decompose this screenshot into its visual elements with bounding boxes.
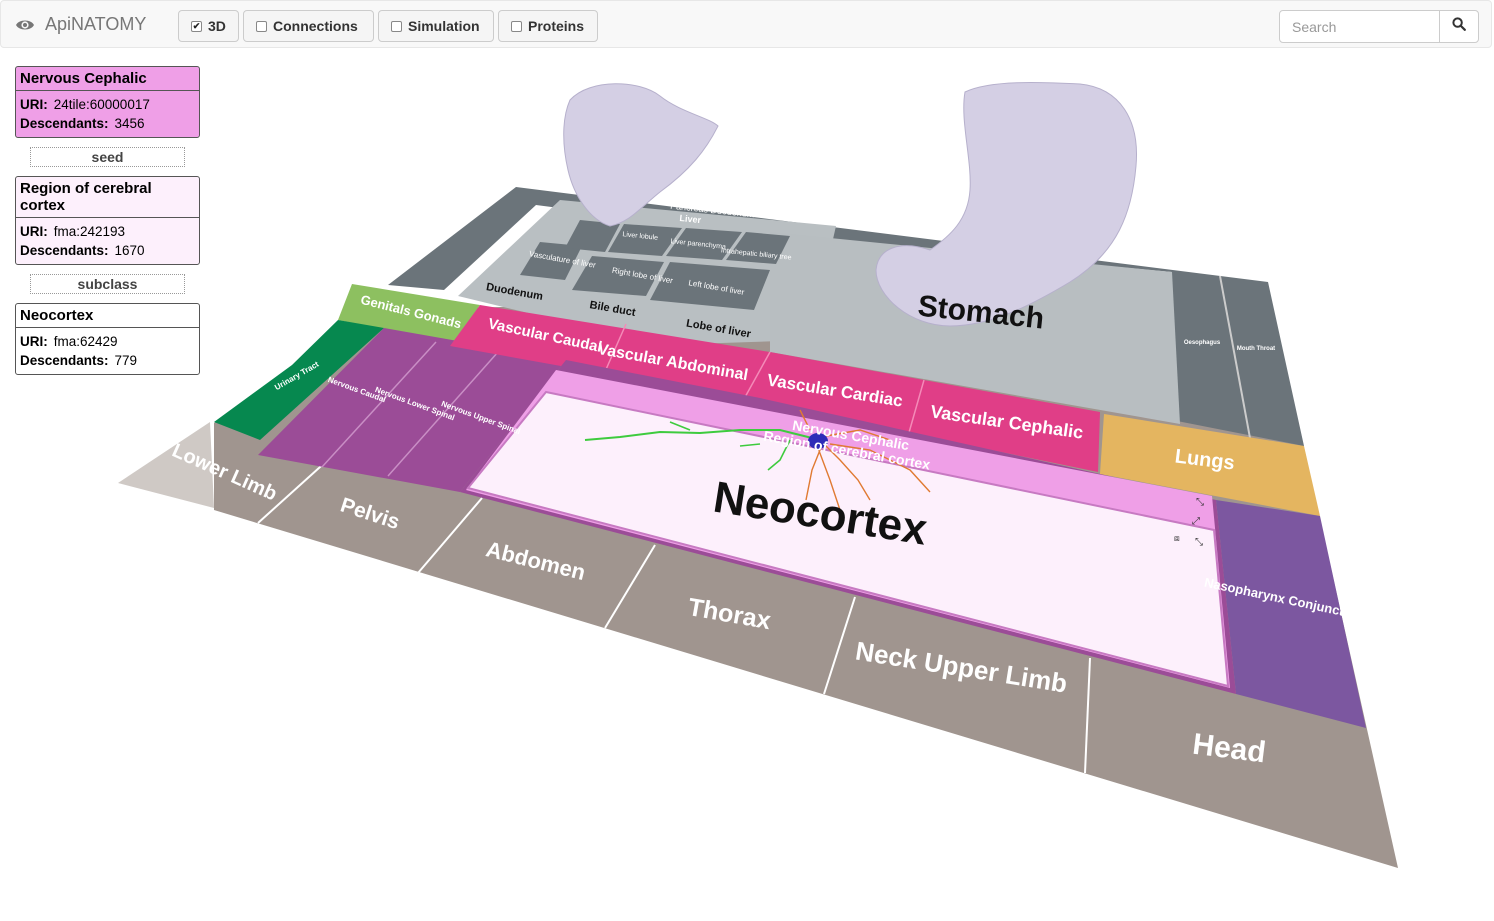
checkbox-proteins[interactable] bbox=[511, 20, 522, 32]
search-icon bbox=[1452, 17, 1466, 36]
checkbox-3d[interactable]: ✔ bbox=[191, 20, 202, 32]
expand-icon[interactable]: ⤡ bbox=[1195, 537, 1203, 548]
expand-icon[interactable]: ⤡ bbox=[1196, 497, 1204, 508]
toggle-proteins-button[interactable]: Proteins bbox=[498, 10, 598, 42]
eye-icon bbox=[15, 18, 35, 32]
search-button[interactable] bbox=[1439, 10, 1479, 43]
checkbox-connections[interactable] bbox=[256, 20, 267, 32]
3d-scene-canvas[interactable]: Lower Limb Pelvis Abdomen Thorax Neck Up… bbox=[0, 50, 1494, 921]
collapse-icon[interactable]: ⤢ bbox=[1192, 516, 1200, 527]
toggle-connections-label: Connections bbox=[273, 18, 358, 34]
label-oesophagus: Oesophagus bbox=[1184, 340, 1221, 346]
toggle-proteins-label: Proteins bbox=[528, 18, 585, 34]
search-input[interactable] bbox=[1279, 10, 1440, 43]
camera-icon[interactable]: ⧈ bbox=[1174, 533, 1180, 543]
label-mouth-throat: Mouth Throat bbox=[1237, 346, 1275, 352]
app-brand[interactable]: ApiNATOMY bbox=[15, 14, 146, 35]
toggle-3d-label: 3D bbox=[208, 18, 226, 34]
toggle-3d-button[interactable]: ✔ 3D bbox=[178, 10, 239, 42]
toggle-simulation-label: Simulation bbox=[408, 18, 480, 34]
checkbox-simulation[interactable] bbox=[391, 20, 402, 32]
top-navbar: ApiNATOMY ✔ 3D Connections Simulation Pr… bbox=[0, 0, 1492, 48]
toggle-connections-button[interactable]: Connections bbox=[243, 10, 374, 42]
app-title: ApiNATOMY bbox=[45, 14, 147, 34]
toggle-simulation-button[interactable]: Simulation bbox=[378, 10, 494, 42]
